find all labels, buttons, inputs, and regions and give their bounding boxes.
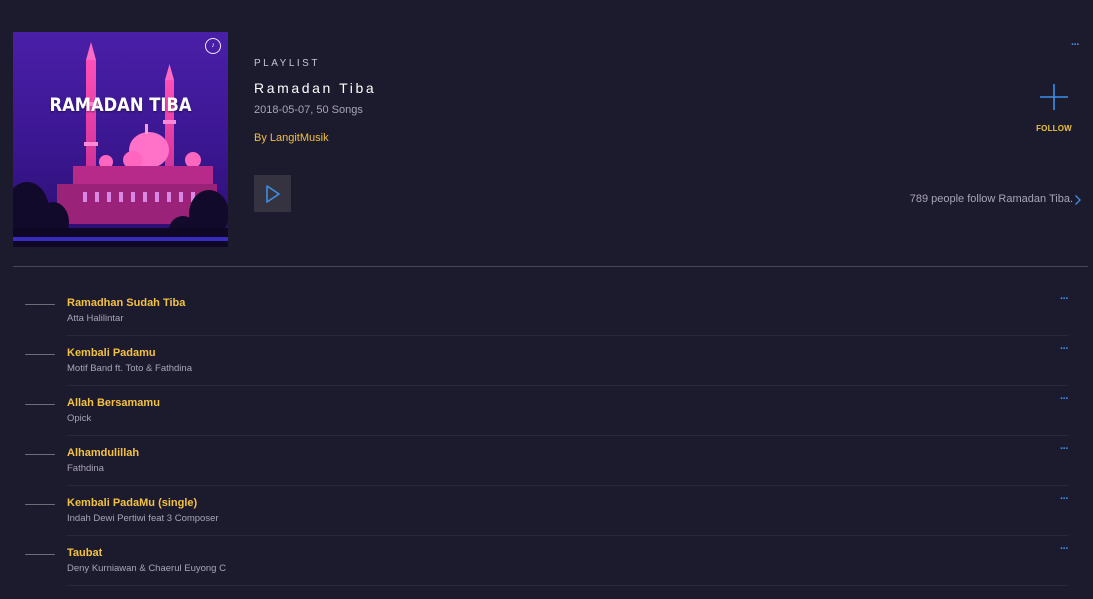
- playlist-meta: 2018-05-07, 50 Songs: [254, 104, 363, 116]
- brand-badge-icon: ♪: [205, 38, 221, 54]
- follow-button[interactable]: FOLLOW: [1034, 80, 1074, 135]
- chevron-right-icon: [1075, 195, 1081, 205]
- track-title[interactable]: Taubat: [67, 547, 102, 559]
- track-row[interactable]: Taubat Deny Kurniawan & Chaerul Euyong C…: [0, 536, 1093, 586]
- track-artist[interactable]: Indah Dewi Pertiwi feat 3 Composer: [67, 513, 219, 524]
- track-list: Ramadhan Sudah Tiba Atta Halilintar ··· …: [0, 286, 1093, 586]
- ellipsis-icon: ···: [1060, 343, 1069, 355]
- track-title[interactable]: Alhamdulillah: [67, 447, 139, 459]
- track-row[interactable]: Alhamdulillah Fathdina ···: [0, 436, 1093, 486]
- ellipsis-icon: ···: [1060, 493, 1069, 505]
- header-divider: [13, 266, 1088, 267]
- play-button[interactable]: [254, 175, 291, 212]
- followers-chevron[interactable]: [1074, 193, 1082, 211]
- plus-icon: [1040, 84, 1068, 110]
- track-more-button[interactable]: ···: [1060, 443, 1069, 455]
- playlist-header: RAMADAN TIBA ♪ PLAYLIST Ramadan Tiba 201…: [0, 0, 1093, 267]
- track-more-button[interactable]: ···: [1060, 293, 1069, 305]
- playlist-title: Ramadan Tiba: [254, 80, 377, 96]
- playlist-owner-link[interactable]: By LangitMusik: [254, 132, 329, 144]
- track-placeholder-dash: [25, 554, 55, 555]
- track-separator: [67, 585, 1068, 586]
- track-artist[interactable]: Deny Kurniawan & Chaerul Euyong C: [67, 563, 226, 574]
- track-placeholder-dash: [25, 304, 55, 305]
- track-placeholder-dash: [25, 354, 55, 355]
- track-artist[interactable]: Opick: [67, 413, 91, 424]
- ellipsis-icon: ···: [1060, 393, 1069, 405]
- track-artist[interactable]: Motif Band ft. Toto & Fathdina: [67, 363, 192, 374]
- cover-title: RAMADAN TIBA: [49, 94, 192, 116]
- ellipsis-icon: ···: [1060, 543, 1069, 555]
- track-more-button[interactable]: ···: [1060, 493, 1069, 505]
- track-title[interactable]: Kembali Padamu: [67, 347, 156, 359]
- track-more-button[interactable]: ···: [1060, 543, 1069, 555]
- play-icon: [265, 184, 280, 203]
- track-row[interactable]: Ramadhan Sudah Tiba Atta Halilintar ···: [0, 286, 1093, 336]
- track-more-button[interactable]: ···: [1060, 343, 1069, 355]
- track-title[interactable]: Allah Bersamamu: [67, 397, 160, 409]
- track-row[interactable]: Kembali Padamu Motif Band ft. Toto & Fat…: [0, 336, 1093, 386]
- follow-label: FOLLOW: [1036, 124, 1072, 133]
- track-more-button[interactable]: ···: [1060, 393, 1069, 405]
- ellipsis-icon: ···: [1060, 293, 1069, 305]
- track-artist[interactable]: Fathdina: [67, 463, 104, 474]
- followers-count[interactable]: 789 people follow Ramadan Tiba.: [910, 193, 1073, 205]
- ellipsis-icon: ···: [1060, 443, 1069, 455]
- track-row[interactable]: Allah Bersamamu Opick ···: [0, 386, 1093, 436]
- playlist-type-label: PLAYLIST: [254, 58, 320, 69]
- mosque-artwork: [13, 32, 228, 247]
- track-placeholder-dash: [25, 404, 55, 405]
- track-row[interactable]: Kembali PadaMu (single) Indah Dewi Perti…: [0, 486, 1093, 536]
- track-title[interactable]: Ramadhan Sudah Tiba: [67, 297, 185, 309]
- ellipsis-icon: ···: [1071, 39, 1080, 51]
- track-placeholder-dash: [25, 504, 55, 505]
- track-placeholder-dash: [25, 454, 55, 455]
- track-title[interactable]: Kembali PadaMu (single): [67, 497, 197, 509]
- playlist-cover[interactable]: RAMADAN TIBA ♪: [13, 32, 228, 247]
- track-artist[interactable]: Atta Halilintar: [67, 313, 124, 324]
- playlist-more-button[interactable]: ···: [1071, 39, 1080, 51]
